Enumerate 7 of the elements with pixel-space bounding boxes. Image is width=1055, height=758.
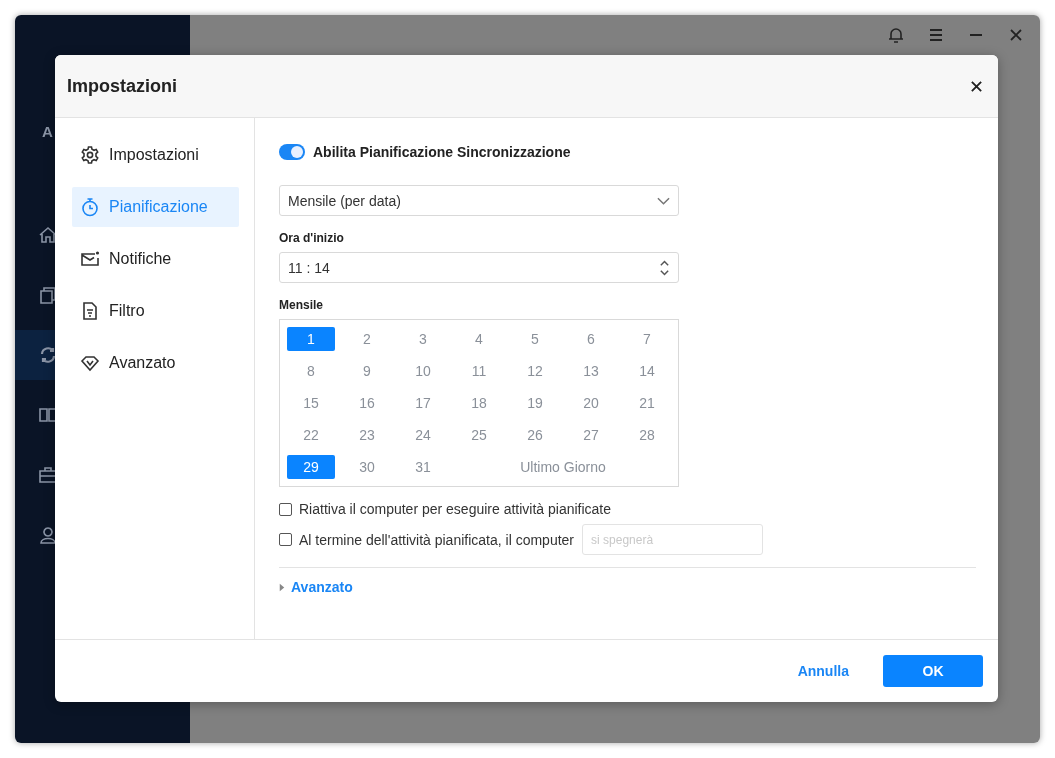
dialog-title: Impostazioni: [67, 75, 177, 97]
field-label: Mensile: [279, 298, 323, 312]
checkbox-label: Al termine dell'attività pianificata, il computer: [299, 531, 575, 548]
field-label: Ora d'inizio: [279, 231, 344, 245]
checkbox-label: Riattiva il computer per eseguire attività pianificate: [299, 501, 612, 517]
app-logo-text: A: [41, 123, 54, 142]
toggle-label: Abilita Pianificazione Sincronizzazione: [313, 144, 571, 160]
